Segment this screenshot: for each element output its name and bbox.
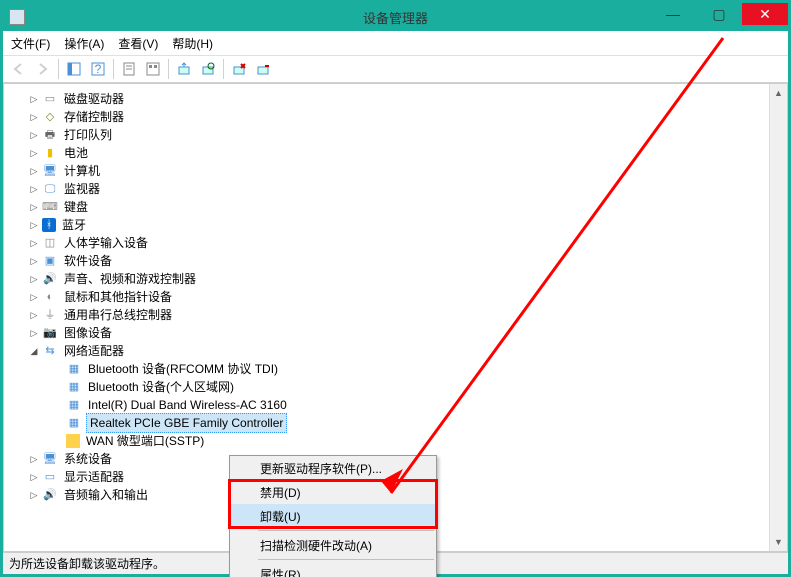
disk-icon: ▭: [42, 91, 58, 107]
separator: [223, 59, 224, 79]
ctx-properties[interactable]: 属性(R): [230, 562, 436, 577]
node-audio[interactable]: ▷🔊声音、视频和游戏控制器: [14, 270, 769, 288]
scroll-down-icon[interactable]: ▼: [770, 533, 787, 551]
menu-help[interactable]: 帮助(H): [172, 35, 213, 52]
update-driver-button[interactable]: [172, 57, 196, 81]
scroll-track[interactable]: [770, 102, 787, 533]
node-wan-sstp[interactable]: ·WAN 微型端口(SSTP): [14, 432, 769, 450]
node-intel-wifi[interactable]: ·▦Intel(R) Dual Band Wireless-AC 3160: [14, 396, 769, 414]
scan-hardware-button[interactable]: [196, 57, 220, 81]
battery-icon: ▮: [42, 145, 58, 161]
menu-bar: 文件(F) 操作(A) 查看(V) 帮助(H): [3, 31, 788, 55]
toolbar: ?: [3, 55, 788, 83]
ctx-scan[interactable]: 扫描检测硬件改动(A): [230, 533, 436, 557]
titlebar[interactable]: 设备管理器 — ▢ ✕: [3, 3, 788, 31]
minimize-button[interactable]: —: [650, 3, 696, 25]
adapter-icon: ▦: [66, 397, 82, 413]
separator: [258, 530, 434, 531]
node-network[interactable]: ◢⇆网络适配器: [14, 342, 769, 360]
node-monitor[interactable]: ▷🖵监视器: [14, 180, 769, 198]
keyboard-icon: ⌨: [42, 199, 58, 215]
vertical-scrollbar[interactable]: ▲ ▼: [769, 84, 787, 551]
show-hide-tree-button[interactable]: [62, 57, 86, 81]
node-mouse[interactable]: ▷◐鼠标和其他指针设备: [14, 288, 769, 306]
status-text: 为所选设备卸载该驱动程序。: [9, 555, 165, 572]
node-software[interactable]: ▷▣软件设备: [14, 252, 769, 270]
node-keyboard[interactable]: ▷⌨键盘: [14, 198, 769, 216]
uninstall-button[interactable]: [227, 57, 251, 81]
node-bt-pan[interactable]: ·▦Bluetooth 设备(个人区域网): [14, 378, 769, 396]
node-disk[interactable]: ▷▭磁盘驱动器: [14, 90, 769, 108]
node-realtek[interactable]: ·▦Realtek PCIe GBE Family Controller: [14, 414, 769, 432]
usb-icon: ⏚: [42, 307, 58, 323]
node-imaging[interactable]: ▷📷图像设备: [14, 324, 769, 342]
svg-text:?: ?: [95, 62, 102, 76]
audio-icon: 🔊: [42, 271, 58, 287]
node-bluetooth[interactable]: ▷ᚼ蓝牙: [14, 216, 769, 234]
node-print[interactable]: ▷🖶打印队列: [14, 126, 769, 144]
ctx-uninstall[interactable]: 卸载(U): [230, 504, 436, 528]
forward-button[interactable]: [31, 57, 55, 81]
display-icon: ▭: [42, 469, 58, 485]
printer-icon: 🖶: [42, 127, 58, 143]
bluetooth-icon: ᚼ: [42, 218, 56, 232]
close-button[interactable]: ✕: [742, 3, 788, 25]
scroll-up-icon[interactable]: ▲: [770, 84, 787, 102]
window-buttons: — ▢ ✕: [650, 3, 788, 25]
wan-icon: [66, 434, 80, 448]
node-bt-rfcomm[interactable]: ·▦Bluetooth 设备(RFCOMM 协议 TDI): [14, 360, 769, 378]
storage-icon: ◇: [42, 109, 58, 125]
software-icon: ▣: [42, 253, 58, 269]
node-storage[interactable]: ▷◇存储控制器: [14, 108, 769, 126]
computer-icon: 🖥: [42, 163, 58, 179]
imaging-icon: 📷: [42, 325, 58, 341]
menu-action[interactable]: 操作(A): [64, 35, 104, 52]
separator: [258, 559, 434, 560]
separator: [168, 59, 169, 79]
context-menu: 更新驱动程序软件(P)... 禁用(D) 卸载(U) 扫描检测硬件改动(A) 属…: [229, 455, 437, 577]
disable-button[interactable]: [251, 57, 275, 81]
node-hid[interactable]: ▷◫人体学输入设备: [14, 234, 769, 252]
network-icon: ⇆: [42, 343, 58, 359]
menu-file[interactable]: 文件(F): [11, 35, 50, 52]
ctx-update-driver[interactable]: 更新驱动程序软件(P)...: [230, 456, 436, 480]
monitor-icon: 🖵: [42, 181, 58, 197]
node-battery[interactable]: ▷▮电池: [14, 144, 769, 162]
hid-icon: ◫: [42, 235, 58, 251]
adapter-icon: ▦: [66, 361, 82, 377]
device-manager-window: 设备管理器 — ▢ ✕ 文件(F) 操作(A) 查看(V) 帮助(H) ? ▷▭…: [0, 0, 791, 577]
node-usb[interactable]: ▷⏚通用串行总线控制器: [14, 306, 769, 324]
help-button[interactable]: ?: [86, 57, 110, 81]
separator: [58, 59, 59, 79]
audio-io-icon: 🔊: [42, 487, 58, 503]
menu-view[interactable]: 查看(V): [118, 35, 158, 52]
node-computer[interactable]: ▷🖥计算机: [14, 162, 769, 180]
maximize-button[interactable]: ▢: [696, 3, 742, 25]
back-button[interactable]: [7, 57, 31, 81]
mouse-icon: ◐: [42, 289, 58, 305]
system-icon: 🖥: [42, 451, 58, 467]
view-button[interactable]: [141, 57, 165, 81]
properties-button[interactable]: [117, 57, 141, 81]
separator: [113, 59, 114, 79]
ctx-disable[interactable]: 禁用(D): [230, 480, 436, 504]
adapter-icon: ▦: [66, 379, 82, 395]
adapter-icon: ▦: [66, 415, 82, 431]
